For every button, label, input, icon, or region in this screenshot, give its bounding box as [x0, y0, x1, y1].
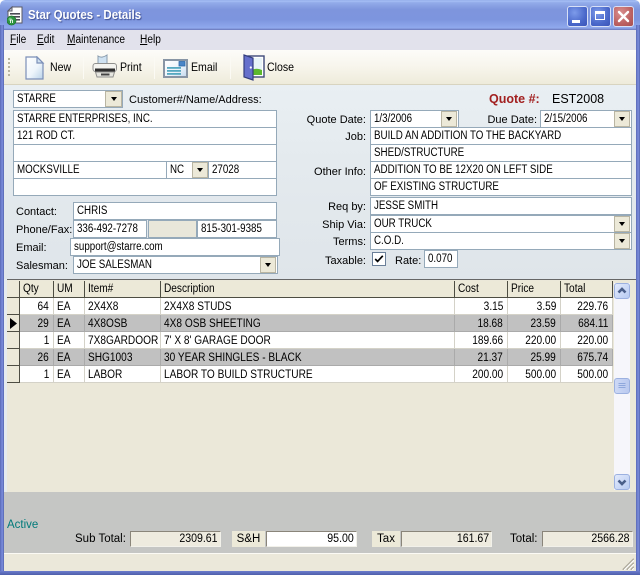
svg-text:n: n: [10, 19, 14, 25]
